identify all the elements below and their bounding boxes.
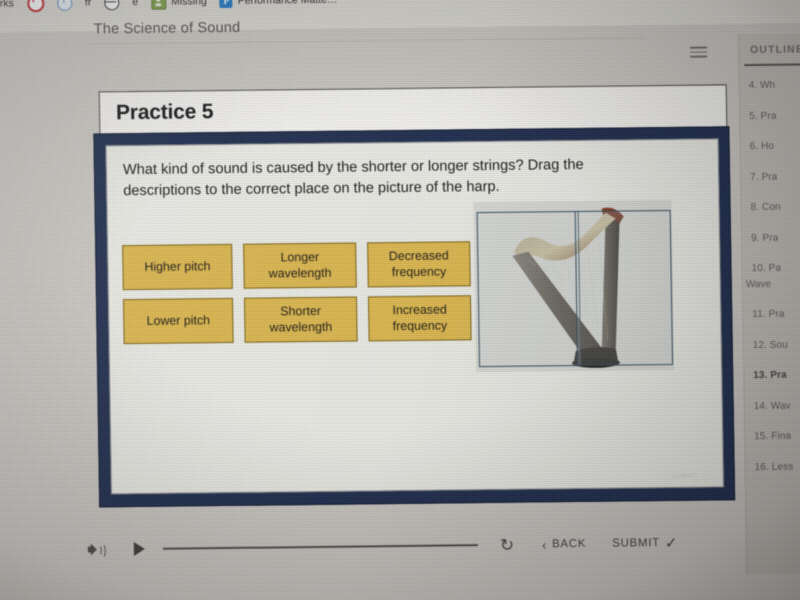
bookmark-label: fr (84, 0, 92, 9)
refresh-icon[interactable]: ↻ (500, 535, 515, 554)
chevron-left-icon: ‹ (541, 536, 548, 552)
bookmarks-bar: marks fr e Missing P Performance Matte… (0, 0, 338, 17)
answer-tiles: Higher pitch Longer wavelength Decreased… (122, 241, 472, 345)
bookmark-item[interactable] (26, 0, 45, 12)
outline-item-5[interactable]: 5. Pra (749, 110, 800, 121)
clock-history-icon (56, 0, 73, 11)
outline-item-15[interactable]: 15. Fina (754, 430, 800, 442)
bookmark-item[interactable]: e (132, 0, 138, 8)
harp-dropzone-left[interactable] (476, 210, 582, 368)
slide-submit-button[interactable]: SUBMIT ✓ (671, 468, 713, 484)
app-page: The Science of Sound OUTLINE 4. Wh 5. Pr… (0, 19, 800, 600)
red-record-icon (26, 0, 45, 12)
outline-item-10-sub[interactable]: Wave (746, 278, 800, 289)
answer-tile-shorter-wavelength[interactable]: Shorter wavelength (243, 296, 358, 343)
submit-label: SUBMIT (612, 537, 661, 550)
submit-button[interactable]: SUBMIT ✓ (612, 534, 679, 552)
harp-image-area (473, 199, 675, 373)
outline-item-4[interactable]: 4. Wh (749, 79, 800, 91)
play-icon[interactable] (133, 541, 145, 557)
blue-p-icon: P (219, 0, 233, 8)
outline-header: OUTLINE (750, 43, 800, 57)
back-label: BACK (552, 537, 587, 551)
check-icon: ✓ (664, 534, 679, 552)
screen-photo: ...view/170408 marks fr e (0, 0, 800, 600)
bookmark-item[interactable]: fr (85, 0, 92, 9)
slide-title: Practice 5 (115, 100, 214, 125)
back-button[interactable]: ‹ BACK (541, 536, 587, 552)
bookmark-item[interactable] (56, 0, 73, 11)
answer-tile-decreased-frequency[interactable]: Decreased frequency (367, 241, 471, 288)
speaker-icon[interactable] (86, 542, 107, 558)
bookmark-item[interactable]: marks (0, 0, 14, 10)
outline-item-7[interactable]: 7. Pra (750, 171, 800, 182)
outline-item-13[interactable]: 13. Pra (753, 369, 800, 381)
answer-tile-lower-pitch[interactable]: Lower pitch (122, 297, 234, 345)
progress-bar[interactable] (162, 544, 478, 550)
outline-item-14[interactable]: 14. Wav (754, 400, 800, 411)
globe-icon (104, 0, 120, 10)
bookmark-item-missing[interactable]: Missing (151, 0, 207, 10)
answer-tile-higher-pitch[interactable]: Higher pitch (122, 243, 233, 291)
screen-surface: ...view/170408 marks fr e (0, 0, 800, 600)
slide-frame: What kind of sound is caused by the shor… (93, 126, 736, 508)
answer-tile-increased-frequency[interactable]: Increased frequency (367, 295, 472, 342)
hamburger-menu-icon[interactable] (690, 46, 708, 58)
bookmark-label: Performance Matte… (237, 0, 338, 7)
slide: Practice 5 What kind of sound is caused … (93, 84, 740, 511)
contact-card-icon (151, 0, 167, 10)
answer-tile-longer-wavelength[interactable]: Longer wavelength (243, 242, 357, 289)
slide-submit-label: SUBMIT (671, 473, 699, 480)
outline-item-12[interactable]: 12. Sou (753, 339, 800, 350)
outline-list: 4. Wh 5. Pra 6. Ho 7. Pra 8. Con 9. Pra … (746, 79, 800, 492)
bookmark-label: Missing (171, 0, 207, 8)
page-title: The Science of Sound (93, 19, 241, 38)
bookmark-label: marks (0, 0, 14, 10)
bookmark-label: e (132, 0, 139, 9)
question-text: What kind of sound is caused by the shor… (122, 156, 584, 199)
bookmark-item[interactable] (104, 0, 120, 10)
outline-item-9[interactable]: 9. Pra (751, 232, 800, 243)
slide-content: What kind of sound is caused by the shor… (105, 138, 724, 495)
heading-divider (85, 37, 646, 45)
outline-item-11[interactable]: 11. Pra (752, 308, 800, 320)
outline-item-10[interactable]: 10. Pa (751, 262, 800, 274)
harp-dropzone-right[interactable] (574, 209, 674, 367)
outline-item-8[interactable]: 8. Con (751, 201, 800, 213)
outline-item-16[interactable]: 16. Less (755, 461, 800, 472)
player-toolbar: ↻ ‹ BACK SUBMIT ✓ (86, 524, 727, 567)
bookmark-item-performance[interactable]: P Performance Matte… (219, 0, 338, 8)
check-icon: ✓ (701, 468, 713, 484)
outline-item-6[interactable]: 6. Ho (750, 140, 800, 152)
